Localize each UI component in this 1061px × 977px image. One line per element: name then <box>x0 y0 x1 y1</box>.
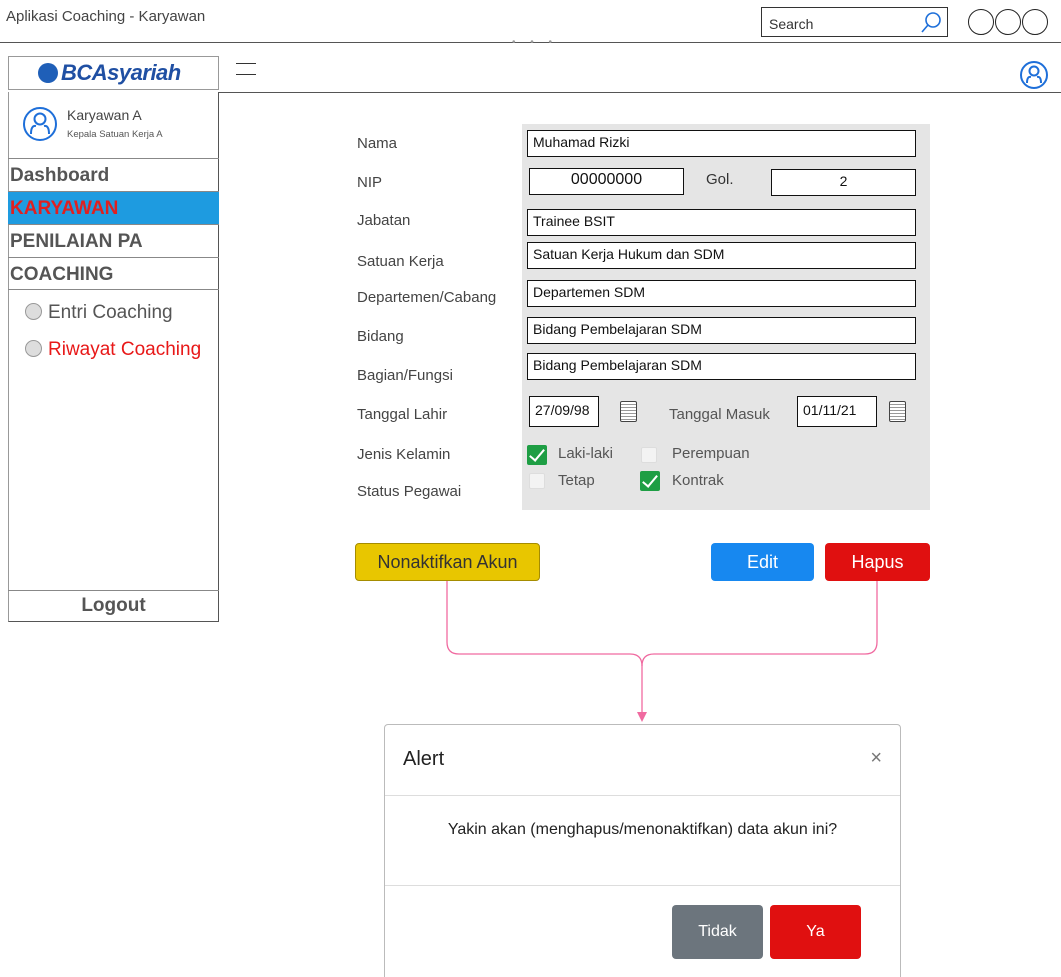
divider <box>385 795 900 796</box>
divider <box>385 885 900 886</box>
close-icon[interactable]: × <box>870 747 882 770</box>
ya-button[interactable]: Ya <box>770 905 861 959</box>
tidak-button[interactable]: Tidak <box>672 905 763 959</box>
alert-message: Yakin akan (menghapus/menonaktifkan) dat… <box>447 821 838 838</box>
alert-dialog: Alert × Yakin akan (menghapus/menonaktif… <box>384 724 901 977</box>
alert-title: Alert <box>403 748 445 770</box>
